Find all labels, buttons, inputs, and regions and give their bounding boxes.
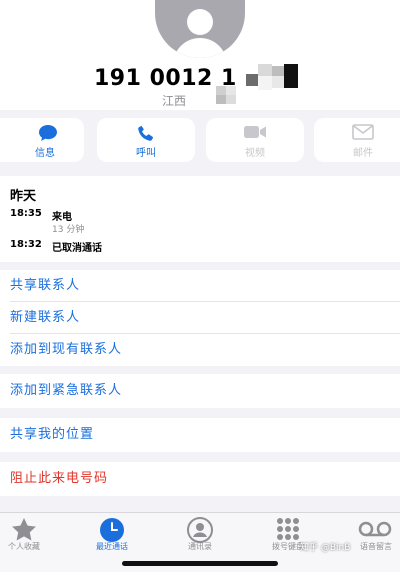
recent-day-label: 昨天 (10, 189, 37, 204)
emergency-group: 添加到紧急联系人 (0, 374, 400, 408)
contact-options: 共享联系人 新建联系人 添加到现有联系人 (0, 270, 400, 366)
recent-calls: 昨天 18:35 来电 13 分钟 18:32 已取消通话 (0, 176, 400, 262)
call-button[interactable]: 呼叫 (97, 118, 195, 162)
video-button[interactable]: 视频 (206, 118, 304, 162)
add-emergency-contact-button[interactable]: 添加到紧急联系人 (0, 375, 400, 407)
mail-icon (352, 124, 374, 144)
call-type: 已取消通话 (52, 243, 102, 254)
call-time: 18:32 (10, 239, 42, 250)
share-contact-button[interactable]: 共享联系人 (0, 270, 400, 302)
voicemail-icon (358, 521, 392, 541)
message-button[interactable]: 信息 (0, 118, 84, 162)
location-group: 共享我的位置 (0, 418, 400, 452)
tab-contacts[interactable]: 通讯录 (160, 515, 240, 555)
share-location-button[interactable]: 共享我的位置 (0, 419, 400, 451)
mail-button[interactable]: 邮件 (314, 118, 400, 162)
redaction-mosaic (246, 64, 302, 98)
add-existing-contact-button[interactable]: 添加到现有联系人 (0, 334, 400, 366)
message-icon (38, 124, 58, 146)
phone-icon (137, 124, 155, 146)
block-group: 阻止此来电号码 (0, 462, 400, 496)
watermark: 知乎 @BinB (300, 543, 351, 553)
location-label: 江西 (162, 94, 187, 108)
new-contact-button[interactable]: 新建联系人 (0, 302, 400, 334)
block-caller-button[interactable]: 阻止此来电号码 (0, 463, 400, 495)
tab-favorites[interactable]: 个人收藏 (0, 515, 64, 555)
contact-header: 191 0012 1 江西 (0, 0, 400, 110)
avatar-icon (155, 0, 245, 58)
call-duration: 13 分钟 (52, 225, 85, 235)
redaction-mosaic-small (216, 86, 236, 104)
home-indicator (122, 561, 278, 566)
tab-recents[interactable]: 最近通话 (72, 515, 152, 555)
action-buttons: 信息 呼叫 视频 邮件 (0, 118, 400, 166)
call-time: 18:35 (10, 208, 42, 219)
video-icon (243, 124, 267, 144)
call-type: 来电 (52, 212, 72, 223)
